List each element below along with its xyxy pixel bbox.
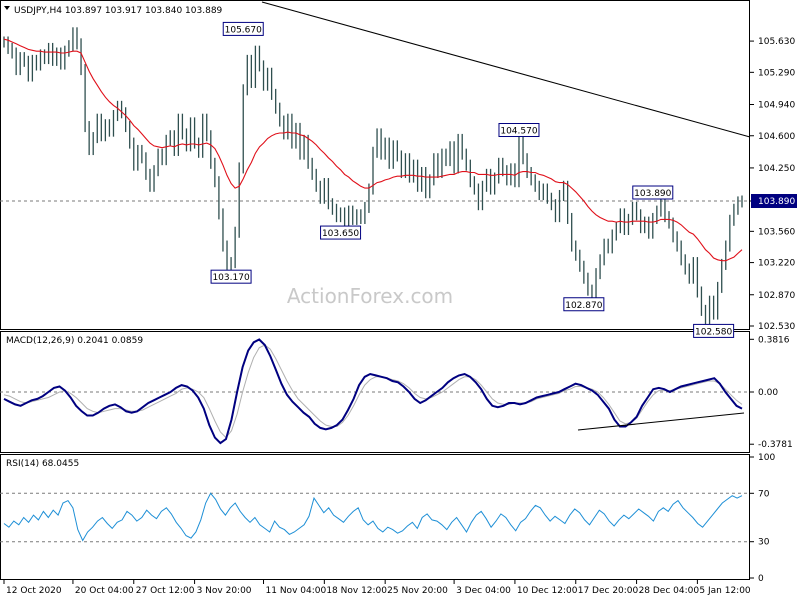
- price-axis-tick-label: 103.560: [758, 227, 795, 237]
- rsi-axis-tick-label: 70: [758, 489, 770, 499]
- rsi-axis-tick-label: 30: [758, 538, 770, 548]
- price-axis-tick-label: 103.220: [758, 259, 795, 269]
- price-axis-tick-label: 104.250: [758, 164, 795, 174]
- macd-axis-tick-label: 0.3816: [758, 335, 790, 345]
- x-axis-tick-label: 3 Dec 04:00: [456, 586, 511, 596]
- price-axis-tick-label: 102.870: [758, 291, 795, 301]
- x-axis-tick-label: 25 Nov 20:00: [387, 586, 448, 596]
- price-annotation-label: 102.870: [565, 301, 602, 311]
- price-axis-tick-label: 102.530: [758, 322, 795, 332]
- x-axis-tick-label: 20 Oct 04:00: [75, 586, 134, 596]
- price-annotation-label: 103.650: [322, 229, 359, 239]
- price-annotation-label: 104.570: [500, 127, 537, 137]
- x-axis-tick-label: 28 Dec 04:00: [639, 586, 700, 596]
- macd-title: MACD(12,26,9) 0.2041 0.0859: [6, 336, 143, 346]
- macd-axis-tick-label: 0.00: [758, 388, 778, 398]
- x-axis-tick-label: 5 Jan 12:00: [699, 586, 751, 596]
- current-price-tag-label: 103.890: [758, 197, 795, 207]
- price-axis-tick-label: 104.940: [758, 101, 795, 111]
- price-annotation-label: 103.170: [212, 273, 249, 283]
- x-axis-tick-label: 12 Oct 2020: [6, 586, 62, 596]
- price-annotation-label: 103.890: [634, 189, 671, 199]
- chart-root: ActionForex.com USDJPY,H4 103.897 103.91…: [0, 0, 800, 600]
- x-axis-tick-label: 10 Dec 12:00: [517, 586, 578, 596]
- watermark: ActionForex.com: [287, 284, 453, 308]
- rsi-axis-tick-label: 0: [758, 574, 764, 584]
- price-axis-tick-label: 104.600: [758, 132, 795, 142]
- price-title: USDJPY,H4 103.897 103.917 103.840 103.88…: [14, 6, 223, 16]
- price-annotation-label: 102.580: [695, 327, 732, 337]
- price-axis-tick-label: 105.630: [758, 37, 795, 47]
- rsi-panel-frame: [0, 454, 750, 580]
- price-panel-title: USDJPY,H4 103.897 103.917 103.840 103.88…: [4, 6, 223, 16]
- x-axis-tick-label: 11 Nov 04:00: [266, 586, 327, 596]
- x-axis-tick-label: 18 Nov 12:00: [326, 586, 387, 596]
- x-axis-tick-label: 27 Oct 12:00: [136, 586, 195, 596]
- x-axis-tick-label: 17 Dec 20:00: [578, 586, 639, 596]
- price-panel-frame: [0, 0, 750, 330]
- rsi-title: RSI(14) 68.0455: [6, 459, 79, 469]
- rsi-axis-tick-label: 100: [758, 453, 775, 463]
- price-axis-tick-label: 105.290: [758, 68, 795, 78]
- x-axis-tick-label: 3 Nov 20:00: [197, 586, 252, 596]
- macd-axis-tick-label: -0.3781: [758, 440, 793, 450]
- price-annotation-label: 105.670: [225, 25, 262, 35]
- chart-canvas: ActionForex.com USDJPY,H4 103.897 103.91…: [0, 0, 797, 596]
